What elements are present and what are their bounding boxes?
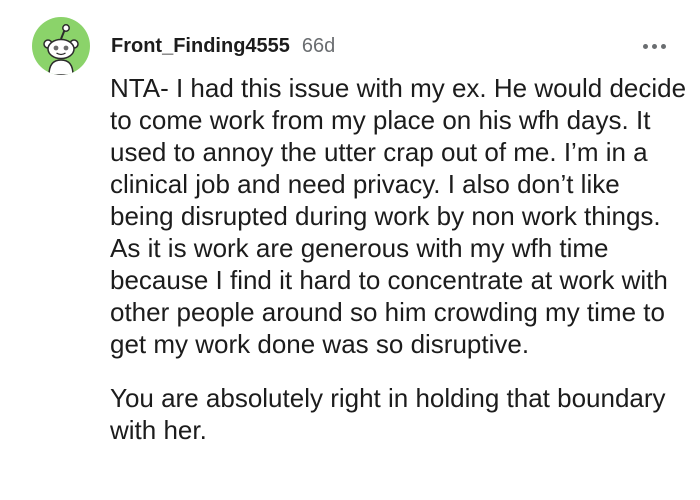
comment-paragraph: You are absolutely right in holding that… (110, 383, 666, 445)
comment-header: Front_Finding4555 66d (111, 35, 335, 61)
comment: Front_Finding4555 66d NTA- I had this is… (0, 0, 700, 500)
avatar[interactable] (32, 17, 90, 75)
ellipsis-horizontal-icon (660, 43, 666, 49)
author-username[interactable]: Front_Finding4555 (111, 35, 290, 58)
comment-paragraph: NTA- I had this issue with my ex. He wou… (110, 73, 687, 359)
ellipsis-horizontal-icon (642, 43, 648, 49)
comment-body: NTA- I had this issue with my ex. He wou… (110, 72, 690, 446)
snoo-avatar-icon (43, 24, 79, 75)
comment-age: 66d (301, 35, 336, 57)
ellipsis-horizontal-icon (651, 43, 657, 49)
more-options-button[interactable] (636, 38, 672, 54)
